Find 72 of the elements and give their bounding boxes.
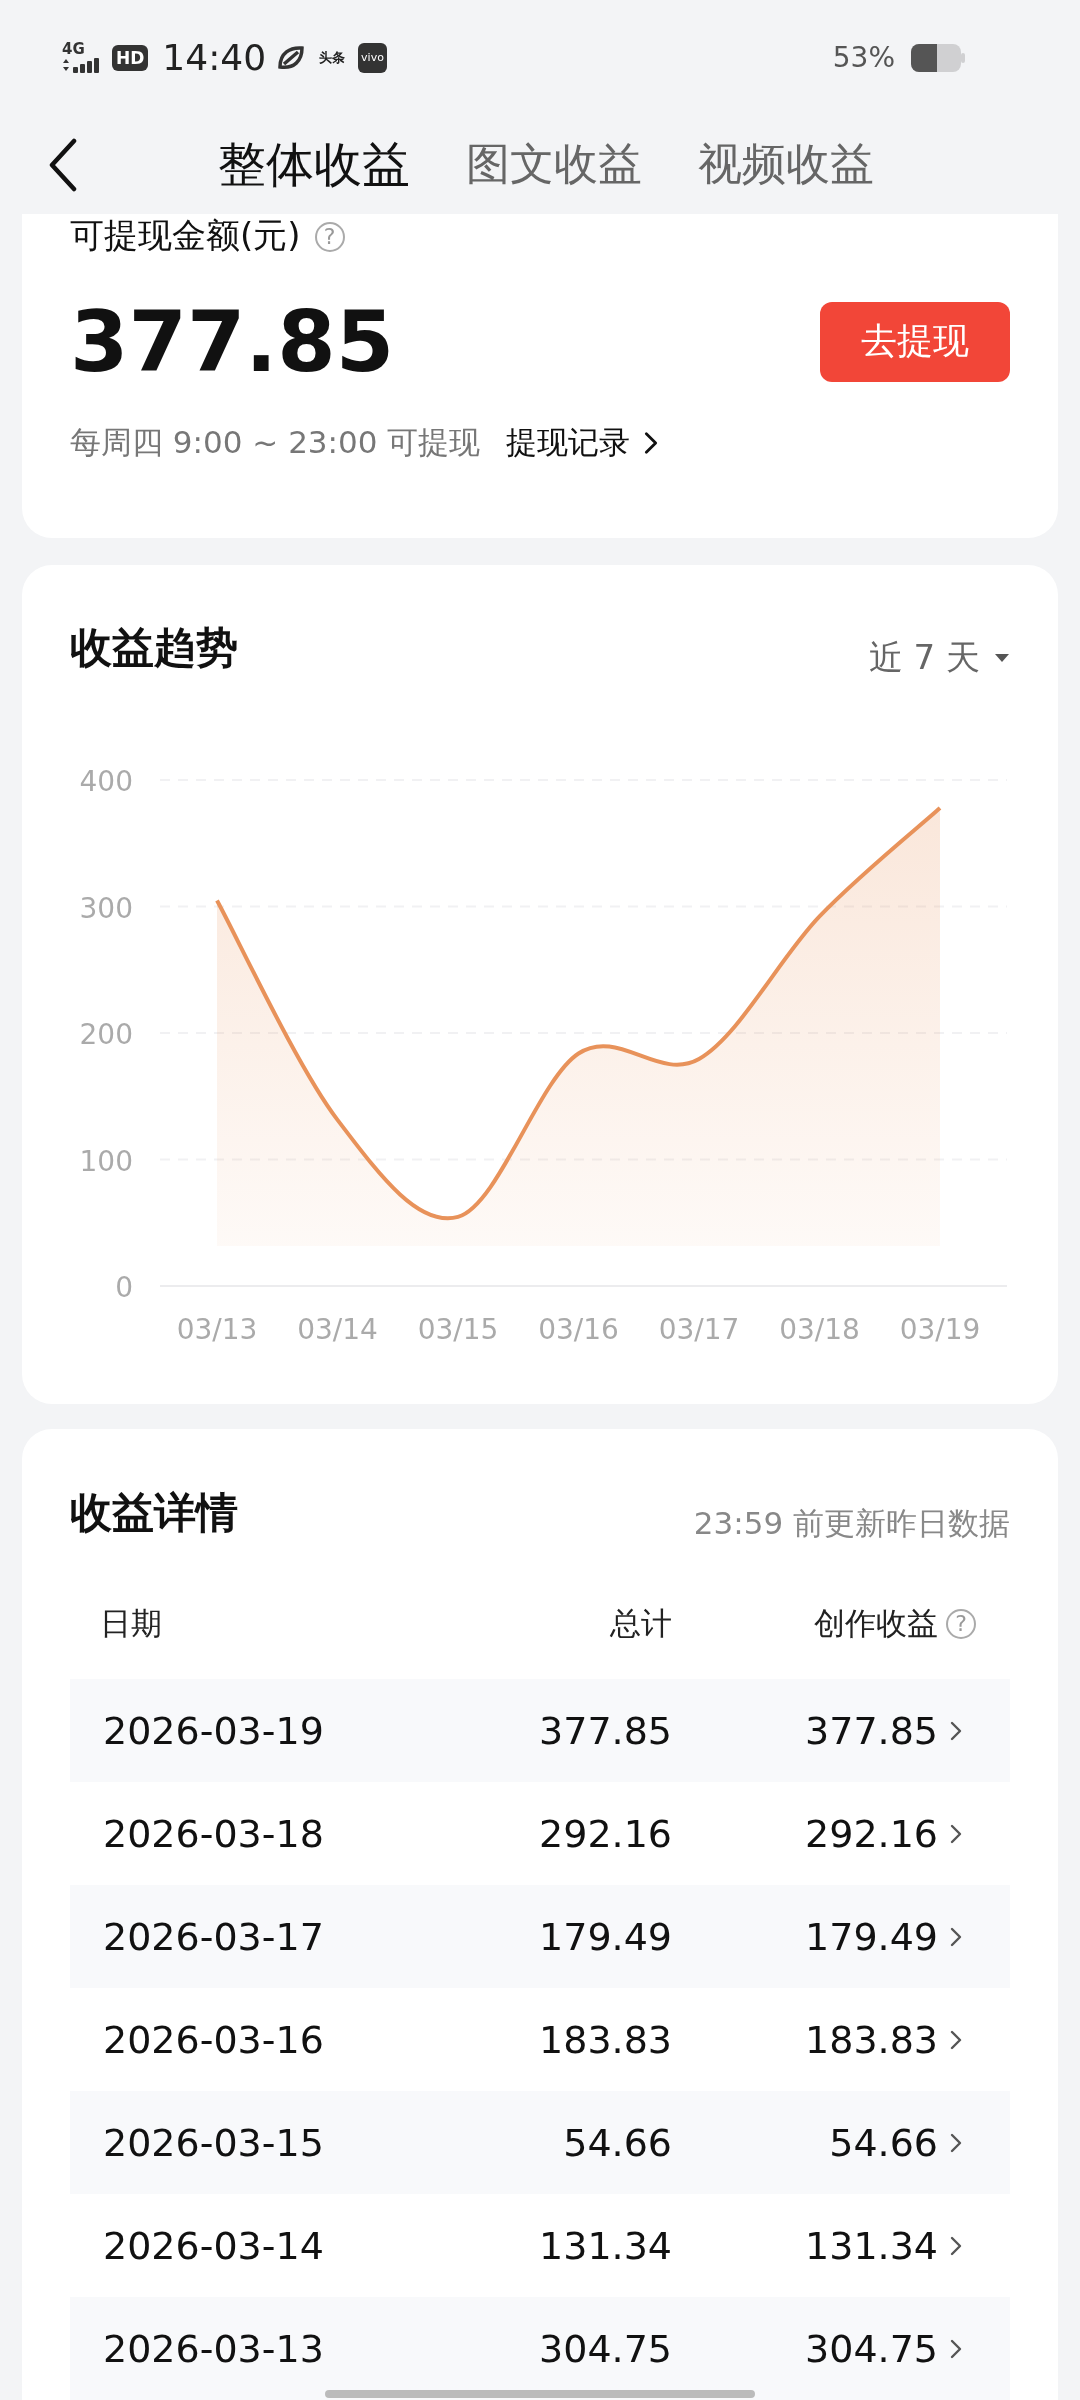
tab[interactable]: 图文收益 (466, 135, 642, 195)
date-cell-text: 2026-03-15 (103, 2120, 325, 2165)
total-cell-text: 292.16 (538, 1811, 672, 1856)
table-row[interactable]: 2026-03-16 183.83 183.83 (70, 1988, 1010, 2091)
withdraw-schedule: 每周四 9:00 ~ 23:00 可提现 (70, 422, 481, 462)
column-header: 日期 (100, 1604, 163, 1643)
total-cell-text: 183.83 (538, 2017, 672, 2062)
axis-tick-label: 03/15 (417, 1312, 499, 1346)
axis-tick-label: 03/13 (176, 1312, 258, 1346)
table-row[interactable]: 2026-03-15 54.66 54.66 (70, 2091, 1010, 2194)
chevron-icon (950, 2338, 962, 2359)
chevron-icon (950, 1926, 962, 1947)
table-row[interactable]: 2026-03-17 179.49 179.49 (70, 1885, 1010, 1988)
back-icon[interactable] (48, 137, 78, 192)
total-cell-text: 377.85 (538, 1708, 672, 1753)
date-cell-text: 2026-03-16 (103, 2017, 325, 2062)
signal-icon (62, 57, 102, 74)
chevron-icon (950, 2235, 962, 2256)
balance-label: 可提现金额(元) (70, 219, 301, 250)
axis-tick-label: 03/18 (779, 1312, 860, 1346)
table-row[interactable]: 2026-03-18 292.16 292.16 (70, 1782, 1010, 1885)
date-cell-text: 2026-03-14 (103, 2223, 325, 2268)
tab[interactable]: 整体收益 (218, 132, 410, 197)
axis-tick-label: 300 (79, 891, 133, 925)
app-badge: vivo (358, 42, 387, 73)
axis-tick-label: 03/14 (297, 1312, 378, 1346)
date-cell-text: 2026-03-18 (103, 1811, 325, 1856)
axis-tick-label: 100 (79, 1144, 133, 1178)
clock-time: 14:40 (162, 37, 267, 79)
total-cell-text: 54.66 (562, 2120, 672, 2165)
creation-cell-text: 179.49 (804, 1914, 938, 1959)
column-header: 总计 (609, 1604, 672, 1643)
chevron-icon (950, 1823, 962, 1844)
battery-icon (911, 43, 965, 72)
column-header: 创作收益 (813, 1604, 938, 1643)
axis-tick-label: 03/17 (658, 1312, 740, 1346)
axis-tick-label: 0 (115, 1270, 133, 1304)
section-title: 收益趋势 (70, 621, 238, 674)
table-row[interactable]: 2026-03-14 131.34 131.34 (70, 2194, 1010, 2297)
chevron-icon (950, 2029, 962, 2050)
creation-cell-text: 377.85 (804, 1708, 938, 1753)
chevron-icon (644, 430, 659, 455)
chevron-icon (950, 1720, 962, 1741)
dropdown-icon (994, 652, 1010, 663)
creation-cell-text: 131.34 (804, 2223, 938, 2268)
total-cell-text: 179.49 (538, 1914, 672, 1959)
creation-cell-text: 54.66 (828, 2120, 938, 2165)
battery-percent: 53% (832, 41, 895, 75)
table-row[interactable]: 2026-03-19 377.85 377.85 (70, 1679, 1010, 1782)
total-cell-text: 131.34 (538, 2223, 672, 2268)
tab[interactable]: 视频收益 (698, 135, 874, 195)
balance-amount: 377.85 (70, 292, 395, 391)
hd-badge: HD (112, 44, 149, 71)
section-title: 收益详情 (70, 1487, 238, 1539)
creation-cell-text: 183.83 (804, 2017, 938, 2062)
history-link[interactable]: 提现记录 (506, 421, 659, 464)
table-row[interactable]: 2026-03-13 304.75 304.75 (70, 2297, 1010, 2400)
date-cell-text: 2026-03-19 (103, 1708, 325, 1753)
chevron-icon (950, 2132, 962, 2153)
creation-cell-text: 292.16 (804, 1811, 938, 1856)
axis-tick-label: 200 (79, 1017, 133, 1051)
date-cell-text: 2026-03-17 (103, 1914, 325, 1959)
date-cell-text: 2026-03-13 (103, 2326, 325, 2371)
axis-tick-label: 03/19 (899, 1312, 981, 1346)
network-label: 4G (62, 42, 85, 58)
range-dropdown[interactable]: 近 7 天 (868, 634, 1010, 681)
total-cell-text: 304.75 (538, 2326, 672, 2371)
creation-cell-text: 304.75 (804, 2326, 938, 2371)
update-note: 23:59 前更新昨日数据 (693, 1504, 1010, 1543)
withdraw-button[interactable]: 去提现 (820, 301, 1010, 382)
axis-tick-label: 400 (79, 764, 133, 798)
axis-tick-label: 03/16 (538, 1312, 619, 1346)
